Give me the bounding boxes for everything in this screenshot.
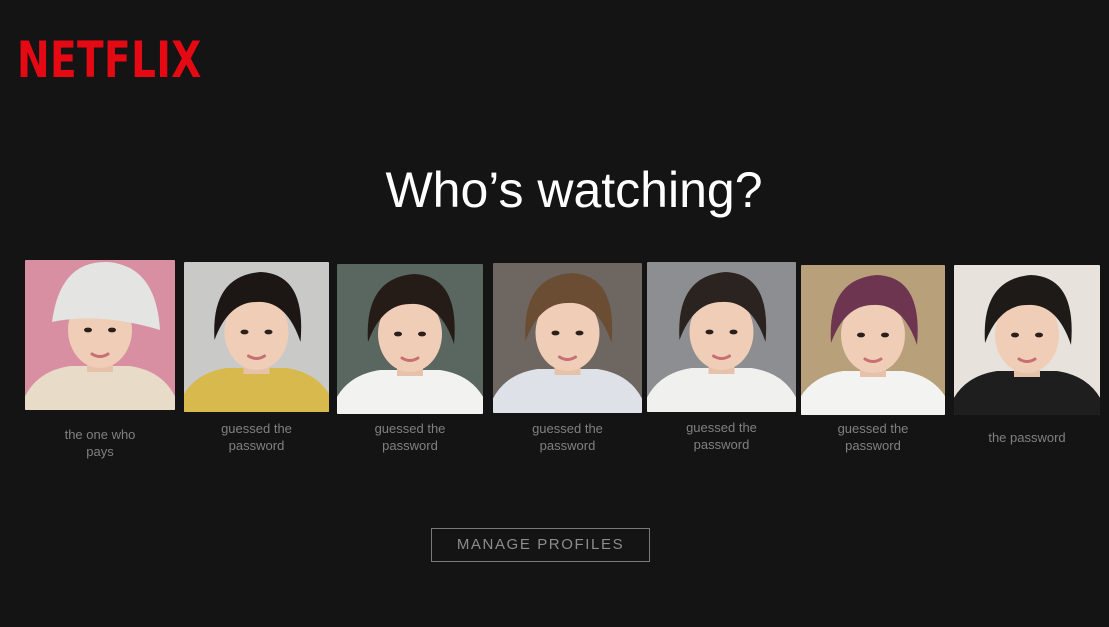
- profile-name[interactable]: the password: [942, 429, 1109, 446]
- profile-avatar[interactable]: [493, 263, 642, 413]
- profile-avatar[interactable]: [25, 260, 175, 410]
- profile-avatar[interactable]: [184, 262, 329, 412]
- profile-avatar[interactable]: [647, 262, 796, 412]
- profile-avatar[interactable]: [337, 264, 483, 414]
- profile-name[interactable]: guessed the password: [637, 419, 807, 453]
- profile-name[interactable]: guessed the password: [325, 420, 495, 454]
- manage-profiles-button[interactable]: MANAGE PROFILES: [431, 528, 650, 562]
- profile-name[interactable]: guessed the password: [483, 420, 653, 454]
- profile-avatar[interactable]: [954, 265, 1100, 415]
- netflix-logo: NETFLIX: [17, 31, 202, 89]
- page-title: Who’s watching?: [385, 162, 763, 218]
- profile-name[interactable]: the one who pays: [15, 426, 185, 460]
- profile-name[interactable]: guessed the password: [788, 420, 958, 454]
- profile-name[interactable]: guessed the password: [172, 420, 342, 454]
- profile-avatar[interactable]: [801, 265, 945, 415]
